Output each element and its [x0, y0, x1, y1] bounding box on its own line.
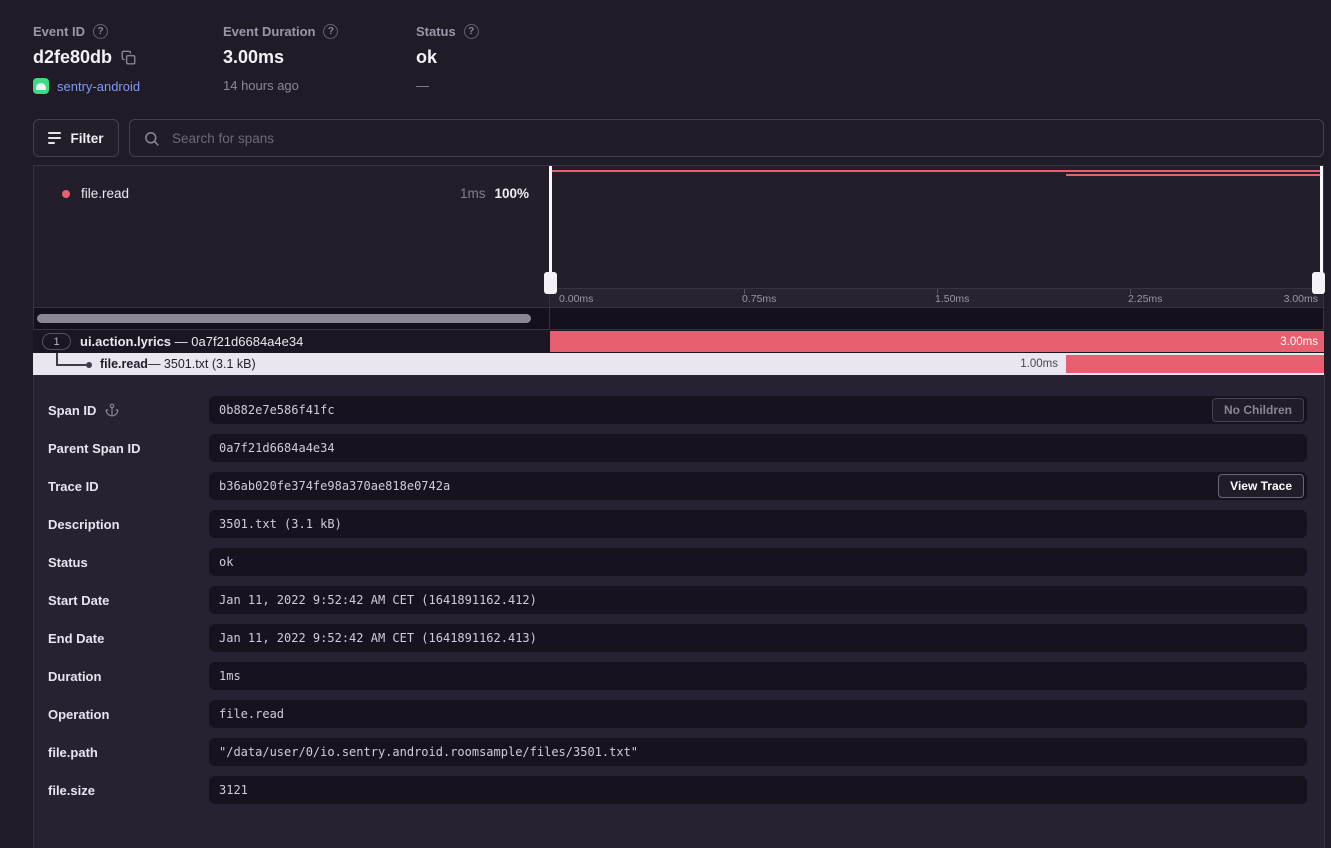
detail-value: Jan 11, 2022 9:52:42 AM CET (1641891162.… [209, 624, 1307, 652]
detail-label: Description [34, 517, 209, 532]
detail-value: file.read [209, 700, 1307, 728]
detail-row-duration: Duration 1ms [34, 662, 1324, 690]
filter-button[interactable]: Filter [33, 119, 119, 157]
detail-row-trace-id: Trace ID b36ab020fe374fe98a370ae818e0742… [34, 472, 1324, 500]
trace-minimap: file.read 1ms 100% 0.00ms 0.75ms 1.50ms … [33, 165, 1324, 330]
project-link[interactable]: sentry-android [57, 79, 140, 94]
detail-value: Jan 11, 2022 9:52:42 AM CET (1641891162.… [209, 586, 1307, 614]
viewport-handle-right[interactable] [1312, 272, 1325, 294]
minimap-timeline[interactable]: 0.00ms 0.75ms 1.50ms 2.25ms 3.00ms [551, 166, 1323, 309]
axis-tick-label: 0.75ms [742, 293, 776, 305]
help-icon[interactable]: ? [93, 24, 108, 39]
search-icon [143, 130, 160, 152]
event-duration-label: Event Duration [223, 24, 315, 39]
span-title: ui.action.lyrics — 0a7f21d6684a4e34 [80, 334, 303, 349]
detail-label: End Date [34, 631, 209, 646]
detail-label: Start Date [34, 593, 209, 608]
detail-value: "/data/user/0/io.sentry.android.roomsamp… [209, 738, 1307, 766]
event-id-block: Event ID ? d2fe80db sentry-android [33, 24, 140, 94]
span-duration-bar[interactable] [1066, 355, 1324, 373]
view-trace-button[interactable]: View Trace [1218, 474, 1304, 498]
span-duration-bar[interactable]: 3.00ms [550, 331, 1324, 352]
detail-label: Status [34, 555, 209, 570]
detail-row-span-id: Span ID 0b882e7e586f41fc No Children [34, 396, 1324, 424]
detail-label: Duration [34, 669, 209, 684]
status-block: Status ? ok — [416, 24, 479, 93]
tree-connector [56, 364, 86, 366]
detail-row-file-size: file.size 3121 [34, 776, 1324, 804]
detail-value: 0b882e7e586f41fc No Children [209, 396, 1307, 424]
span-search [129, 119, 1324, 157]
detail-row-operation: Operation file.read [34, 700, 1324, 728]
detail-row-end-date: End Date Jan 11, 2022 9:52:42 AM CET (16… [34, 624, 1324, 652]
detail-label: Trace ID [34, 479, 209, 494]
op-color-dot [62, 190, 70, 198]
legend-row-file-read[interactable]: file.read 1ms 100% [62, 186, 529, 201]
legend-op-duration: 1ms [460, 186, 486, 201]
status-label: Status [416, 24, 456, 39]
detail-value: 1ms [209, 662, 1307, 690]
tree-connector-dot [86, 362, 92, 368]
span-details-panel: Span ID 0b882e7e586f41fc No Children Par… [33, 375, 1325, 848]
trace-event-screen: Event ID ? d2fe80db sentry-android Event… [0, 0, 1331, 848]
copy-icon[interactable] [121, 50, 136, 65]
detail-row-status: Status ok [34, 548, 1324, 576]
status-value: ok [416, 47, 437, 68]
help-icon[interactable]: ? [464, 24, 479, 39]
help-icon[interactable]: ? [323, 24, 338, 39]
span-duration-label: 1.00ms [1020, 353, 1058, 375]
status-sub: — [416, 78, 429, 93]
no-children-button[interactable]: No Children [1212, 398, 1304, 422]
detail-row-file-path: file.path "/data/user/0/io.sentry.androi… [34, 738, 1324, 766]
time-axis: 0.00ms 0.75ms 1.50ms 2.25ms 3.00ms [551, 288, 1323, 309]
detail-label: file.path [34, 745, 209, 760]
search-input[interactable] [129, 119, 1324, 157]
detail-value: 3121 [209, 776, 1307, 804]
event-id-label: Event ID [33, 24, 85, 39]
android-platform-icon [33, 78, 49, 94]
detail-row-start-date: Start Date Jan 11, 2022 9:52:42 AM CET (… [34, 586, 1324, 614]
detail-label: file.size [34, 783, 209, 798]
detail-row-description: Description 3501.txt (3.1 kB) [34, 510, 1324, 538]
event-time-ago: 14 hours ago [223, 78, 299, 93]
legend-op-percent: 100% [494, 186, 529, 201]
horizontal-scrollbar-thumb[interactable] [37, 314, 531, 323]
viewport-handle-left[interactable] [544, 272, 557, 294]
tree-connector [56, 353, 58, 364]
axis-tick-label: 0.00ms [559, 293, 593, 305]
span-children-count-badge[interactable]: 1 [42, 333, 71, 350]
detail-value: 0a7f21d6684a4e34 [209, 434, 1307, 462]
event-id-value: d2fe80db [33, 47, 112, 68]
minimap-span-line-2 [1066, 174, 1323, 176]
horizontal-scrollbar-track [34, 308, 550, 329]
span-row-file-read-selected[interactable]: file.read — 3501.txt (3.1 kB) 1.00ms [33, 353, 1324, 375]
axis-tick-label: 2.25ms [1128, 293, 1162, 305]
event-duration-block: Event Duration ? 3.00ms 14 hours ago [223, 24, 338, 93]
minimap-span-line-1 [551, 170, 1323, 172]
detail-label: Span ID [34, 403, 209, 418]
minimap-legend-panel: file.read 1ms 100% [34, 166, 550, 309]
axis-tick-label: 1.50ms [935, 293, 969, 305]
detail-value: 3501.txt (3.1 kB) [209, 510, 1307, 538]
filter-button-label: Filter [70, 131, 103, 146]
detail-label: Operation [34, 707, 209, 722]
detail-label: Parent Span ID [34, 441, 209, 456]
minimap-scroll-strip [34, 307, 1323, 329]
anchor-icon[interactable] [105, 403, 119, 417]
detail-value: ok [209, 548, 1307, 576]
detail-value: b36ab020fe374fe98a370ae818e0742a View Tr… [209, 472, 1307, 500]
filter-icon [48, 132, 61, 144]
span-duration-label: 3.00ms [1280, 331, 1318, 352]
axis-tick-label: 3.00ms [1284, 293, 1318, 305]
legend-op-name: file.read [81, 186, 129, 201]
span-row-ui-action-lyrics[interactable]: 1 ui.action.lyrics — 0a7f21d6684a4e34 3.… [33, 330, 1324, 353]
detail-row-parent-span-id: Parent Span ID 0a7f21d6684a4e34 [34, 434, 1324, 462]
span-title: file.read — 3501.txt (3.1 kB) [100, 353, 256, 375]
event-duration-value: 3.00ms [223, 47, 284, 68]
